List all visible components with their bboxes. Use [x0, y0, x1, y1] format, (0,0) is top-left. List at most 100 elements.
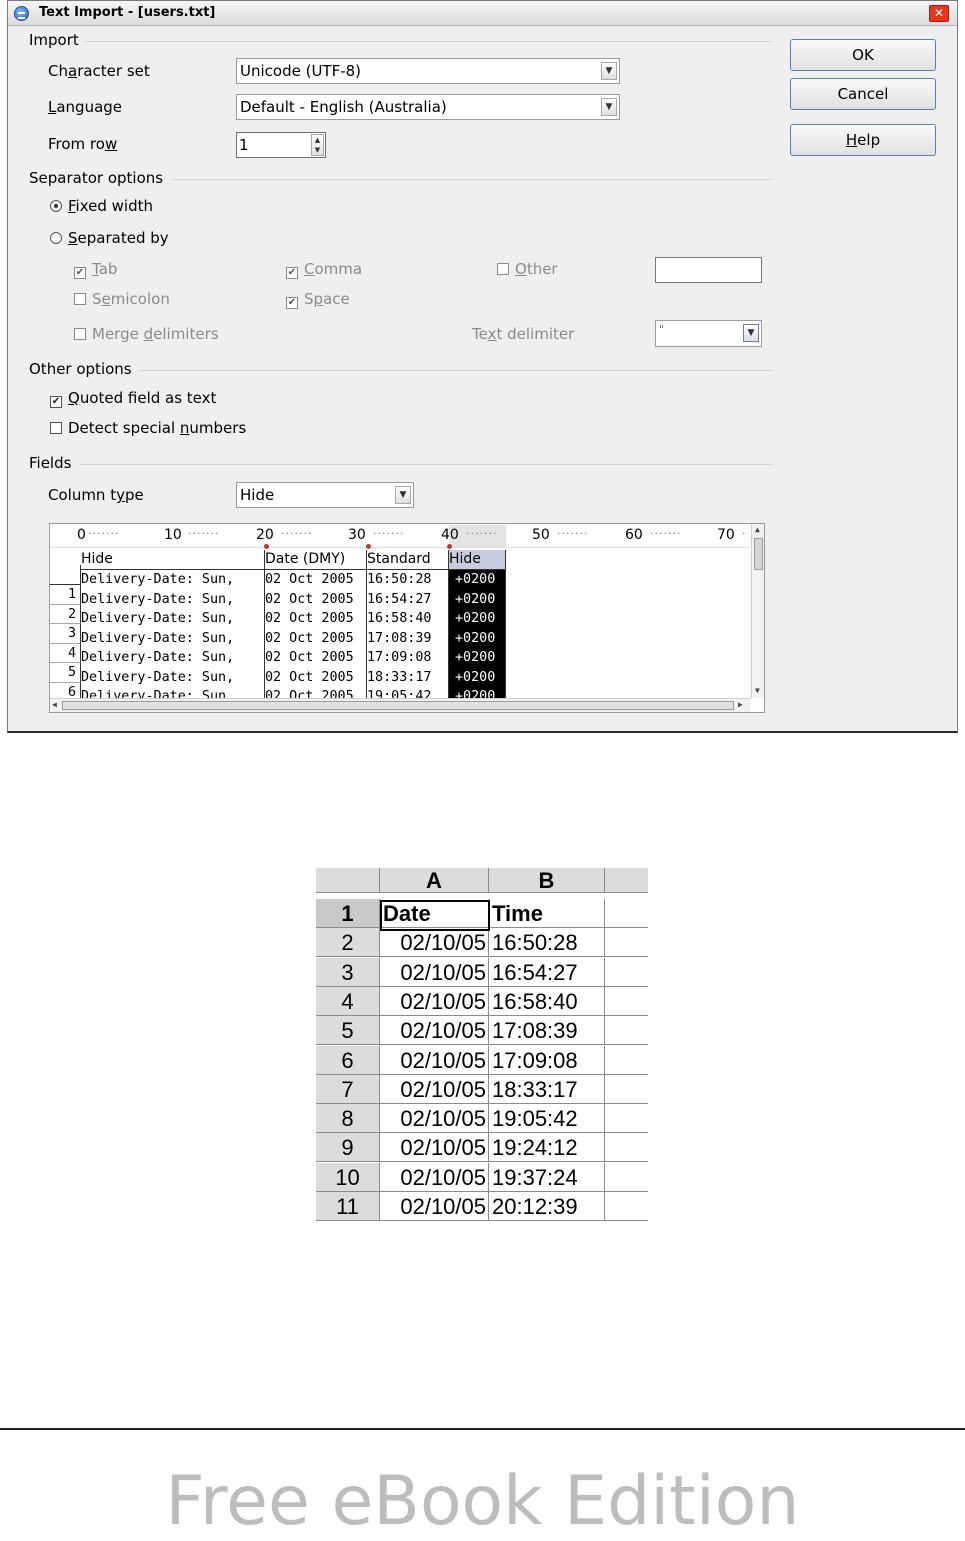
other-separator-input[interactable]: [655, 257, 762, 283]
cell-time[interactable]: 17:09:08: [489, 1045, 605, 1075]
cell-time[interactable]: 19:24:12: [489, 1133, 605, 1163]
cell-empty[interactable]: [605, 1075, 648, 1104]
help-button[interactable]: Help: [790, 124, 936, 156]
scroll-up-icon[interactable]: ▲: [755, 525, 760, 534]
scroll-right-icon[interactable]: ▶: [738, 700, 743, 709]
row-header[interactable]: 9: [316, 1133, 380, 1163]
column-header-b[interactable]: B: [489, 868, 605, 893]
dialog-title: Text Import - [users.txt]: [39, 5, 216, 20]
preview-cell: +0200: [449, 589, 506, 609]
row-header[interactable]: 3: [316, 957, 380, 987]
cell-date[interactable]: 02/10/05: [380, 1104, 489, 1134]
cell-empty[interactable]: [605, 987, 648, 1016]
cell-time[interactable]: 17:08:39: [489, 1016, 605, 1046]
column-break-marker[interactable]: [366, 544, 371, 549]
scrollbar-thumb[interactable]: [62, 701, 734, 710]
preview-cell: Delivery-Date: Sun,: [81, 667, 265, 687]
column-header-c[interactable]: [605, 868, 648, 893]
scroll-down-icon[interactable]: ▼: [755, 686, 760, 695]
preview-column-header[interactable]: Hide: [81, 550, 265, 570]
separated-by-radio[interactable]: Separated by: [50, 229, 169, 247]
language-select[interactable]: Default - English (Australia) ▼: [236, 94, 620, 120]
cell-date[interactable]: 02/10/05: [380, 957, 489, 987]
merge-delimiters-checkbox[interactable]: Merge delimiters: [74, 325, 219, 343]
cell-empty[interactable]: [605, 1133, 648, 1163]
cell-date[interactable]: 02/10/05: [380, 1133, 489, 1163]
detect-special-numbers-checkbox[interactable]: Detect special numbers: [50, 419, 246, 437]
cell-date[interactable]: 02/10/05: [380, 1074, 489, 1104]
column-ruler[interactable]: 0 ······· 10 ······· 20 ······· 30 ·····…: [50, 524, 750, 549]
column-break-marker[interactable]: [264, 544, 269, 549]
cell-empty[interactable]: [605, 1016, 648, 1046]
cell-time[interactable]: 16:58:40: [489, 986, 605, 1016]
character-set-select[interactable]: Unicode (UTF-8) ▼: [236, 58, 620, 84]
preview-column-header[interactable]: Hide: [449, 550, 506, 570]
preview-row: 6 Delivery-Date: Sun, 02 Oct 2005 18:33:…: [50, 667, 750, 702]
horizontal-scrollbar[interactable]: ◀ ▶: [50, 698, 751, 712]
cell-empty[interactable]: [605, 928, 648, 958]
column-type-select[interactable]: Hide ▼: [236, 482, 414, 508]
close-button[interactable]: ✕: [929, 5, 949, 22]
row-header[interactable]: 1: [316, 899, 380, 928]
cell-empty[interactable]: [605, 1046, 648, 1075]
from-row-spinner[interactable]: 1 ▲ ▼: [236, 132, 326, 158]
cell-date[interactable]: 02/10/05: [380, 928, 489, 958]
fixed-width-radio[interactable]: Fixed width: [50, 197, 153, 215]
cell-empty[interactable]: [605, 1163, 648, 1192]
chevron-down-icon[interactable]: ▼: [601, 62, 617, 80]
cell-date[interactable]: 02/10/05: [380, 1192, 489, 1221]
preview-column-header[interactable]: Date (DMY): [265, 550, 367, 570]
cell-date[interactable]: 02/10/05: [380, 1162, 489, 1192]
cell-date[interactable]: 02/10/05: [380, 1045, 489, 1075]
row-header[interactable]: 11: [316, 1192, 380, 1221]
cell-time[interactable]: 19:37:24: [489, 1162, 605, 1192]
ok-button[interactable]: OK: [790, 39, 936, 71]
scroll-left-icon[interactable]: ◀: [52, 700, 57, 709]
cell-time[interactable]: 18:33:17: [489, 1074, 605, 1104]
scrollbar-thumb[interactable]: [754, 538, 763, 570]
other-checkbox[interactable]: Other: [497, 260, 558, 278]
preview-cell: +0200: [449, 648, 506, 668]
ruler-label: 60: [625, 527, 643, 543]
cell-empty[interactable]: [605, 1192, 648, 1221]
cell-time-header[interactable]: Time: [489, 899, 605, 928]
ruler-label: 20: [256, 527, 274, 543]
row-header[interactable]: 8: [316, 1104, 380, 1134]
column-break-marker[interactable]: [447, 544, 452, 549]
cell-date[interactable]: 02/10/05: [380, 986, 489, 1016]
spin-arrows-icon[interactable]: ▲ ▼: [311, 134, 324, 156]
sheet-corner[interactable]: [316, 868, 380, 893]
cell-empty[interactable]: [605, 958, 648, 987]
cell-time[interactable]: 20:12:39: [489, 1192, 605, 1221]
preview-cell: +0200: [449, 628, 506, 648]
vertical-scrollbar[interactable]: ▲ ▼: [751, 524, 764, 698]
preview-column-header[interactable]: Standard: [367, 550, 449, 570]
row-header[interactable]: 6: [316, 1045, 380, 1075]
preview-cell: 02 Oct 2005: [265, 570, 367, 590]
quoted-field-checkbox[interactable]: ✔ Quoted field as text: [50, 389, 216, 408]
row-header[interactable]: 10: [316, 1162, 380, 1192]
column-preview[interactable]: 0 ······· 10 ······· 20 ······· 30 ·····…: [49, 523, 765, 713]
cell-time[interactable]: 19:05:42: [489, 1104, 605, 1134]
space-checkbox[interactable]: ✔ Space: [286, 290, 350, 309]
chevron-down-icon[interactable]: ▼: [743, 324, 759, 342]
column-header-a[interactable]: A: [380, 868, 489, 893]
cell-date[interactable]: 02/10/05: [380, 1016, 489, 1046]
radio-selected-icon: [50, 200, 62, 212]
cell-empty[interactable]: [605, 899, 648, 928]
chevron-down-icon[interactable]: ▼: [601, 98, 617, 116]
semicolon-checkbox[interactable]: Semicolon: [74, 290, 170, 308]
tab-checkbox[interactable]: ✔ Tab: [74, 260, 117, 279]
row-header[interactable]: 5: [316, 1016, 380, 1046]
row-header[interactable]: 4: [316, 986, 380, 1016]
cell-empty[interactable]: [605, 1104, 648, 1134]
comma-checkbox[interactable]: ✔ Comma: [286, 260, 362, 279]
title-bar[interactable]: Text Import - [users.txt] ✕: [8, 1, 957, 26]
row-header[interactable]: 2: [316, 928, 380, 958]
cancel-button[interactable]: Cancel: [790, 78, 936, 110]
chevron-down-icon[interactable]: ▼: [395, 486, 411, 504]
cell-time[interactable]: 16:50:28: [489, 928, 605, 958]
row-header[interactable]: 7: [316, 1074, 380, 1104]
text-delimiter-select[interactable]: " ▼: [655, 320, 762, 347]
cell-time[interactable]: 16:54:27: [489, 957, 605, 987]
